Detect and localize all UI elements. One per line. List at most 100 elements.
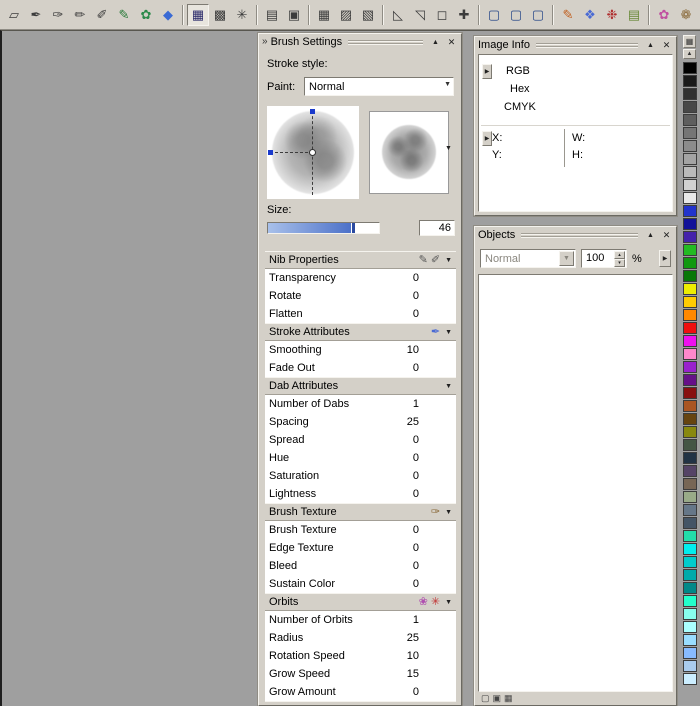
color-brush-icon[interactable]: ✎ (557, 4, 579, 26)
nib-handle-center[interactable] (309, 149, 316, 156)
chevron-down-icon[interactable]: ▼ (559, 251, 574, 266)
color-swatch[interactable] (683, 426, 697, 438)
size-slider-thumb[interactable] (351, 223, 355, 233)
color-swatch[interactable] (683, 62, 697, 74)
delete-object-icon[interactable]: ▦ (504, 694, 513, 703)
color-swatch[interactable] (683, 166, 697, 178)
property-row[interactable]: Flatten0 (265, 305, 456, 323)
property-row[interactable]: Fade Out0 (265, 359, 456, 377)
color-swatch[interactable] (683, 517, 697, 529)
color-swatch[interactable] (683, 647, 697, 659)
chevron-down-icon[interactable]: ▼ (444, 81, 451, 88)
color-swatch[interactable] (683, 387, 697, 399)
property-row[interactable]: Edge Texture0 (265, 539, 456, 557)
section-header[interactable]: Brush Texture✑▼ (265, 503, 456, 521)
leaf-brush-tool[interactable]: ✿ (135, 4, 157, 26)
brush-icon[interactable]: ✐ (431, 255, 440, 266)
color-swatch[interactable] (683, 452, 697, 464)
color-swatch[interactable] (683, 491, 697, 503)
titlebar-grab-handle[interactable] (536, 43, 638, 48)
nib-handle-top[interactable] (310, 109, 315, 114)
color-swatch[interactable] (683, 608, 697, 620)
calligraphy-tool[interactable]: ✐ (91, 4, 113, 26)
pencil-tool[interactable]: ✏ (69, 4, 91, 26)
color-swatch[interactable] (683, 400, 697, 412)
texture-icon[interactable]: ▤ (623, 4, 645, 26)
property-value[interactable]: 25 (407, 632, 419, 644)
nib-shape-soft[interactable]: ▩ (209, 4, 231, 26)
property-row[interactable]: Grow Amount0 (265, 683, 456, 701)
property-row[interactable]: Spacing25 (265, 413, 456, 431)
color-swatch[interactable] (683, 205, 697, 217)
color-swatch[interactable] (683, 530, 697, 542)
property-value[interactable]: 0 (413, 434, 419, 446)
pattern-icon[interactable]: ▦ (313, 4, 335, 26)
monitor-icon-2[interactable]: ▢ (505, 4, 527, 26)
spin-down-icon[interactable]: ▾ (614, 259, 625, 267)
property-row[interactable]: Transparency0 (265, 269, 456, 287)
pen-tool[interactable]: ✒ (25, 4, 47, 26)
nib-handle-left[interactable] (268, 150, 273, 155)
color-swatch[interactable] (683, 543, 697, 555)
property-row[interactable]: Brush Texture0 (265, 521, 456, 539)
color-swatch[interactable] (683, 504, 697, 516)
nib-flyout-button[interactable]: ▼ (442, 141, 455, 156)
monitor-icon-3[interactable]: ▢ (527, 4, 549, 26)
position-expand-button[interactable]: ▶ (482, 131, 492, 146)
eraser-tool[interactable]: ▱ (3, 4, 25, 26)
image-info-titlebar[interactable]: Image Info ▲ ✕ (475, 37, 676, 53)
new-object-icon[interactable]: ▢ (481, 694, 490, 703)
spin-up-icon[interactable]: ▴ (614, 251, 625, 259)
orbit-star-icon[interactable]: ✳ (431, 597, 440, 608)
paint-combo[interactable]: Normal ▼ (304, 77, 454, 96)
color-swatch[interactable] (683, 270, 697, 282)
chevron-down-icon[interactable]: ▼ (443, 329, 452, 336)
property-row[interactable]: Spread0 (265, 431, 456, 449)
property-value[interactable]: 0 (413, 524, 419, 536)
section-header[interactable]: Dab Attributes▼ (265, 377, 456, 395)
color-swatch[interactable] (683, 75, 697, 87)
property-value[interactable]: 0 (413, 362, 419, 374)
property-value[interactable]: 0 (413, 452, 419, 464)
section-header[interactable] (265, 701, 456, 704)
color-swatch[interactable] (683, 218, 697, 230)
property-row[interactable]: Rotate0 (265, 287, 456, 305)
property-row[interactable]: Sustain Color0 (265, 575, 456, 593)
property-row[interactable]: Radius25 (265, 629, 456, 647)
palette-menu-button[interactable]: ▦ (683, 35, 696, 48)
blend-mode-combo[interactable]: Normal ▼ (480, 249, 576, 268)
property-value[interactable]: 0 (413, 272, 419, 284)
felt-pen-tool[interactable]: ✑ (47, 4, 69, 26)
color-swatch[interactable] (683, 348, 697, 360)
palette-icon[interactable]: ❉ (601, 4, 623, 26)
property-row[interactable]: Grow Speed15 (265, 665, 456, 683)
section-header[interactable]: Nib Properties✎✐▼ (265, 251, 456, 269)
color-swatch[interactable] (683, 465, 697, 477)
titlebar-grab-handle[interactable] (348, 40, 423, 45)
stroke-flyout-icon[interactable]: ▣ (283, 4, 305, 26)
nib-sparkle[interactable]: ✳ (231, 4, 253, 26)
property-value[interactable]: 10 (407, 344, 419, 356)
property-value[interactable]: 15 (407, 668, 419, 680)
new-mask-icon[interactable]: ▣ (493, 694, 502, 703)
color-swatch[interactable] (683, 634, 697, 646)
objects-titlebar[interactable]: Objects ▲ ✕ (475, 227, 676, 243)
size-slider[interactable] (267, 222, 380, 234)
color-swatch[interactable] (683, 127, 697, 139)
monitor-icon-1[interactable]: ▢ (483, 4, 505, 26)
checker-icon[interactable]: ▨ (335, 4, 357, 26)
property-value[interactable]: 25 (407, 416, 419, 428)
gear-icon[interactable]: ❁ (675, 4, 697, 26)
angle-icon[interactable]: ◺ (387, 4, 409, 26)
color-swatch[interactable] (683, 361, 697, 373)
property-row[interactable]: Hue0 (265, 449, 456, 467)
property-row[interactable]: Rotation Speed10 (265, 647, 456, 665)
color-swatch[interactable] (683, 114, 697, 126)
color-swatch[interactable] (683, 478, 697, 490)
collapse-button[interactable]: ▲ (429, 36, 442, 49)
brush-settings-titlebar[interactable]: » Brush Settings ▲ ✕ (259, 34, 461, 50)
color-swatch[interactable] (683, 283, 697, 295)
objects-list[interactable] (478, 274, 673, 692)
palette-scroll-up-button[interactable]: ▲ (683, 49, 696, 59)
color-swatch[interactable] (683, 595, 697, 607)
